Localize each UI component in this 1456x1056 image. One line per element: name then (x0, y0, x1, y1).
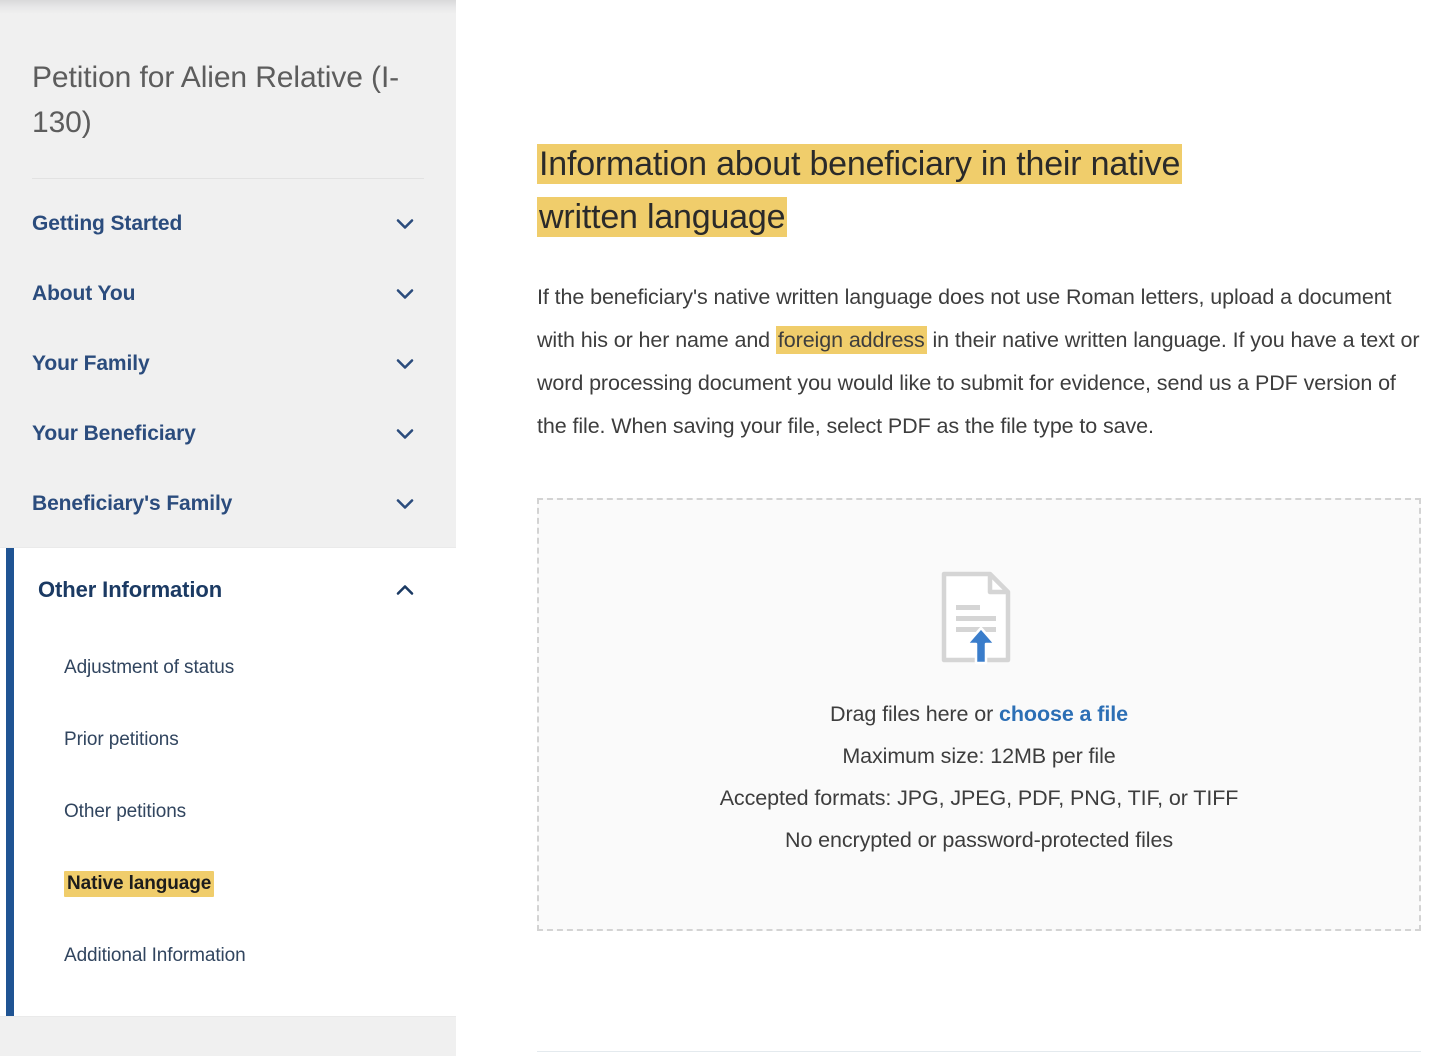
sidebar-group-label: Other Information (38, 577, 223, 602)
choose-a-file-link[interactable]: choose a file (999, 702, 1128, 726)
section-heading-line-1: Information about beneficiary in their n… (537, 144, 1183, 184)
sidebar-item-beneficiarys-family[interactable]: Beneficiary's Family (0, 469, 456, 539)
sidebar-item-getting-started[interactable]: Getting Started (0, 189, 456, 259)
chevron-up-icon[interactable] (394, 579, 416, 601)
sidebar-subitem-label: Additional Information (64, 945, 246, 966)
sidebar-subitem-label: Adjustment of status (64, 657, 235, 678)
sidebar-item-your-family[interactable]: Your Family (0, 329, 456, 399)
dropzone-encryption-note: No encrypted or password-protected files (785, 827, 1173, 852)
sidebar-item-label: Your Beneficiary (32, 422, 196, 445)
sidebar-item-about-you[interactable]: About You (0, 259, 456, 329)
dropzone-drag-text: Drag files here or (830, 701, 1000, 726)
chevron-down-icon[interactable] (394, 283, 416, 305)
sidebar-divider (32, 178, 424, 179)
sidebar-subitem-label: Other petitions (64, 801, 187, 822)
sidebar-bottom-filler (0, 1017, 456, 1056)
chevron-down-icon[interactable] (394, 423, 416, 445)
chevron-down-icon[interactable] (394, 213, 416, 235)
sidebar-subitem-label: Prior petitions (64, 729, 179, 750)
form-navigation-sidebar: Petition for Alien Relative (I-130) Gett… (0, 0, 456, 1056)
sidebar-item-label: Getting Started (32, 212, 183, 235)
sidebar-subitem-prior-petitions[interactable]: Prior petitions (0, 704, 456, 776)
sidebar-item-label: Your Family (32, 352, 150, 375)
sidebar-item-other-information[interactable]: Other Information (0, 548, 456, 632)
sidebar-group-other-information: Other Information Adjustment of status P… (0, 547, 456, 1017)
chevron-down-icon[interactable] (394, 493, 416, 515)
dropzone-drag-line: Drag files here or choose a file (830, 693, 1128, 735)
file-upload-icon (938, 569, 1020, 665)
file-upload-dropzone[interactable]: Drag files here or choose a file Maximum… (537, 498, 1421, 931)
dropzone-accepted-formats: Accepted formats: JPG, JPEG, PDF, PNG, T… (719, 785, 1239, 810)
section-heading: Information about beneficiary in their n… (537, 138, 1337, 244)
sidebar-item-label: About You (32, 282, 136, 305)
sidebar-subitem-additional-information[interactable]: Additional Information (0, 920, 456, 992)
application-window: Petition for Alien Relative (I-130) Gett… (0, 0, 1456, 1056)
sidebar-subitem-label: Native language (64, 871, 215, 897)
dropzone-max-size: Maximum size: 12MB per file (842, 743, 1116, 768)
active-section-accent-bar (6, 548, 14, 1016)
sidebar-subitem-adjustment-of-status[interactable]: Adjustment of status (0, 632, 456, 704)
section-description: If the beneficiary's native written lang… (537, 276, 1421, 448)
sidebar-subitem-native-language[interactable]: Native language (0, 848, 456, 920)
sidebar-item-label: Beneficiary's Family (32, 492, 233, 515)
sidebar-item-your-beneficiary[interactable]: Your Beneficiary (0, 399, 456, 469)
description-highlight-foreign-address: foreign address (775, 326, 927, 354)
page-title: Petition for Alien Relative (I-130) (32, 61, 400, 139)
section-heading-line-2: written language (537, 197, 788, 237)
main-content-area: Information about beneficiary in their n… (456, 0, 1456, 1056)
sidebar-nav-list: Getting Started About You Your Family Yo… (0, 189, 456, 1056)
content-footer-divider (537, 1051, 1421, 1052)
sidebar-subitem-other-petitions[interactable]: Other petitions (0, 776, 456, 848)
chevron-down-icon[interactable] (394, 353, 416, 375)
